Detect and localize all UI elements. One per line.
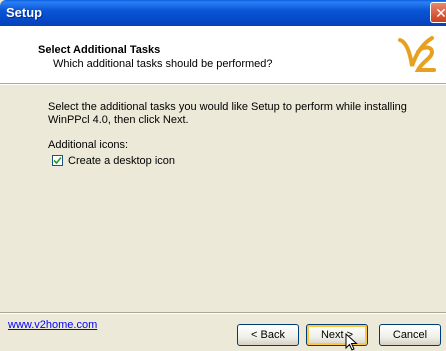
title-bar[interactable]: Setup ✕ bbox=[0, 0, 446, 26]
close-icon: ✕ bbox=[435, 5, 446, 21]
website-link[interactable]: www.v2home.com bbox=[8, 319, 97, 331]
window-title: Setup bbox=[6, 5, 43, 20]
page-title: Select Additional Tasks bbox=[38, 44, 161, 56]
additional-icons-label: Additional icons: bbox=[48, 139, 129, 151]
instructions-text: Select the additional tasks you would li… bbox=[48, 101, 407, 126]
v2-logo-icon bbox=[398, 36, 436, 72]
footer-divider-highlight bbox=[0, 313, 446, 314]
header-divider-highlight bbox=[0, 84, 446, 85]
mouse-cursor-icon bbox=[345, 333, 358, 351]
checkmark-icon bbox=[53, 156, 62, 165]
desktop-icon-checkbox[interactable] bbox=[52, 155, 63, 166]
setup-window: Setup ✕ Select Additional Tasks Which ad… bbox=[0, 0, 446, 351]
page-subtitle: Which additional tasks should be perform… bbox=[53, 58, 273, 70]
close-button[interactable]: ✕ bbox=[430, 2, 446, 23]
desktop-icon-label[interactable]: Create a desktop icon bbox=[68, 155, 175, 167]
cancel-button[interactable]: Cancel bbox=[379, 324, 441, 346]
back-button[interactable]: < Back bbox=[237, 324, 299, 346]
